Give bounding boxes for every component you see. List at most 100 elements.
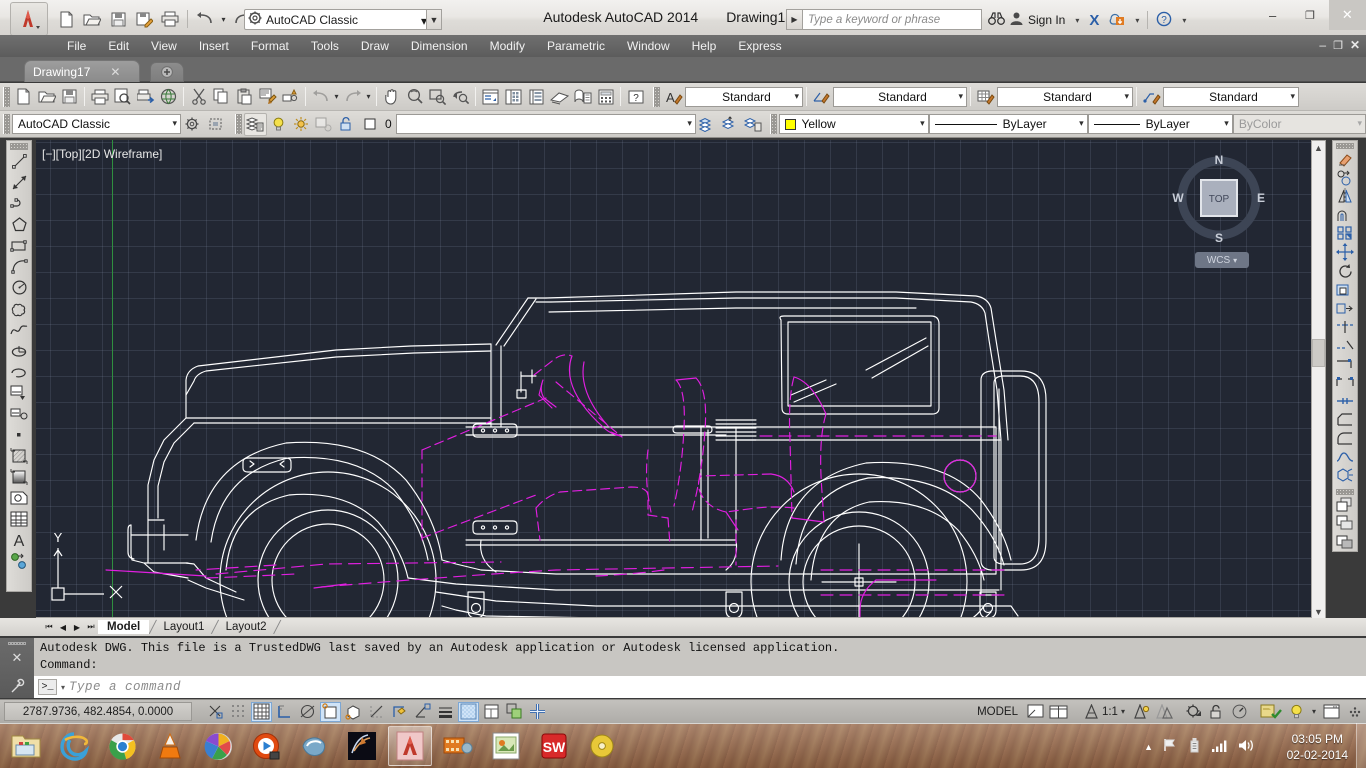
undo-dropdown-arrow[interactable]: ▾ <box>219 15 228 24</box>
vertical-scrollbar[interactable]: ▲ ▼ <box>1311 140 1326 620</box>
modify-join-button[interactable] <box>1334 392 1356 410</box>
command-close-button[interactable]: ✕ <box>12 650 23 666</box>
doc-minimize-button[interactable]: – <box>1319 38 1326 52</box>
taskbar-autocad-button[interactable] <box>388 726 432 766</box>
taskbar-picasa-button[interactable] <box>196 726 240 766</box>
toolbar-3dprint-button[interactable] <box>157 85 180 108</box>
command-input-placeholder[interactable]: Type a command <box>69 680 181 694</box>
quick-view-layouts-button[interactable] <box>1025 702 1046 722</box>
quick-properties-toggle[interactable] <box>481 702 502 722</box>
modify-trim-button[interactable] <box>1334 318 1356 336</box>
draw-table-button[interactable] <box>8 508 30 529</box>
draw-mtext-button[interactable]: A <box>8 529 30 550</box>
show-desktop-button[interactable] <box>1356 723 1366 768</box>
chevron-down-icon[interactable]: ▾ <box>958 91 963 102</box>
table-style-combo[interactable]: Standard ▾ <box>997 87 1133 107</box>
chevron-down-icon[interactable]: ▾ <box>172 118 177 129</box>
infer-constraints-toggle[interactable] <box>205 702 226 722</box>
chevron-down-icon[interactable]: ▾ <box>794 91 799 102</box>
text-style-combo[interactable]: Standard ▾ <box>685 87 803 107</box>
quick-view-drawings-button[interactable] <box>1048 702 1069 722</box>
table-style-button[interactable] <box>974 85 997 108</box>
text-style-button[interactable]: A <box>662 85 685 108</box>
toolbar-quickcalc-button[interactable] <box>594 85 617 108</box>
menu-item-view[interactable]: View <box>140 37 188 55</box>
layer-freeze-button[interactable] <box>289 113 312 136</box>
wcs-selector[interactable]: WCS ▾ <box>1195 252 1249 268</box>
annotation-scale-arrow[interactable]: ▾ <box>1121 707 1125 716</box>
grid-display-toggle[interactable] <box>251 702 272 722</box>
toolbar-undo-dropdown[interactable]: ▾ <box>332 92 341 101</box>
dim-style-combo[interactable]: Standard ▾ <box>833 87 967 107</box>
command-history[interactable]: Autodesk DWG. This file is a TrustedDWG … <box>34 640 1366 674</box>
modify-chamfer-button[interactable] <box>1334 411 1356 429</box>
isolate-objects-button[interactable] <box>1258 702 1284 722</box>
3d-object-snap-toggle[interactable] <box>343 702 364 722</box>
chevron-down-icon[interactable]: ▾ <box>1124 91 1129 102</box>
window-maximize-button[interactable]: ❐ <box>1291 0 1328 30</box>
plotstyle-combo[interactable]: ByColor ▾ <box>1233 114 1366 134</box>
modify-blend-button[interactable] <box>1334 448 1356 466</box>
status-bar-menu-button[interactable] <box>1344 702 1365 722</box>
taskbar-vlc-button[interactable] <box>148 726 192 766</box>
taskbar-powerpoint-button[interactable] <box>484 726 528 766</box>
toolbar-copy-button[interactable] <box>210 85 233 108</box>
taskbar-clock[interactable]: 03:05 PM 02-02-2014 <box>1287 731 1348 763</box>
toolbar-zoom-realtime-button[interactable] <box>403 85 426 108</box>
modify-fillet-button[interactable] <box>1334 429 1356 447</box>
modify-scale-button[interactable] <box>1334 281 1356 299</box>
modify-copy-button[interactable] <box>1334 169 1356 187</box>
workspace-switching-button[interactable] <box>1183 702 1204 722</box>
network-icon[interactable] <box>1211 738 1228 756</box>
action-center-icon[interactable] <box>1162 737 1178 756</box>
scroll-up-button[interactable]: ▲ <box>1312 141 1325 155</box>
menu-item-edit[interactable]: Edit <box>97 37 140 55</box>
workspace-selector[interactable]: AutoCAD Classic ▾ <box>244 9 432 30</box>
workspace-more-button[interactable]: ▼ <box>426 9 442 30</box>
menu-item-draw[interactable]: Draw <box>350 37 400 55</box>
doc-close-button[interactable]: ✕ <box>1350 38 1360 52</box>
draw-circle-button[interactable] <box>8 277 30 298</box>
toolbar-zoom-window-button[interactable] <box>426 85 449 108</box>
modify-array-button[interactable] <box>1334 224 1356 242</box>
draw-rectangle-button[interactable] <box>8 235 30 256</box>
dim-style-button[interactable] <box>810 85 833 108</box>
modify-break-at-point-button[interactable] <box>1334 355 1356 373</box>
draw-line-button[interactable] <box>8 151 30 172</box>
annotation-visibility-button[interactable] <box>1131 702 1152 722</box>
draw-toolbar-grip[interactable] <box>10 143 28 150</box>
draw-revcloud-button[interactable] <box>8 298 30 319</box>
toolbar-paste-button[interactable] <box>233 85 256 108</box>
chevron-down-icon[interactable]: ▾ <box>687 118 692 129</box>
layout-tab-layout2[interactable]: Layout2 <box>219 621 274 633</box>
menu-item-format[interactable]: Format <box>240 37 300 55</box>
model-space-label[interactable]: MODEL <box>971 706 1024 718</box>
layout-next-button[interactable]: ▶ <box>70 620 84 634</box>
workspace-settings-button[interactable] <box>181 113 204 136</box>
toolbar-matchprop-button[interactable] <box>256 85 279 108</box>
modify-break-button[interactable] <box>1334 374 1356 392</box>
command-input-row[interactable]: >_ ▾ Type a command <box>34 676 1366 698</box>
properties-toolbar-grip[interactable] <box>770 114 777 134</box>
menu-item-tools[interactable]: Tools <box>300 37 350 55</box>
layer-freeze-viewport-button[interactable] <box>312 113 335 136</box>
lock-ui-button[interactable] <box>204 113 227 136</box>
modify-explode-button[interactable] <box>1334 466 1356 484</box>
draw-spline-button[interactable] <box>8 319 30 340</box>
vertical-scroll-thumb[interactable] <box>1312 339 1325 367</box>
file-tab-drawing17[interactable]: Drawing17 ✕ <box>24 60 140 82</box>
binoculars-icon[interactable] <box>988 11 1005 29</box>
layer-properties-button[interactable] <box>244 113 267 136</box>
new-file-tab-button[interactable] <box>150 62 184 82</box>
toolbar-preview-button[interactable] <box>111 85 134 108</box>
viewcube[interactable]: TOP N S E W <box>1171 150 1267 246</box>
draw-ellipse-button[interactable] <box>8 340 30 361</box>
draw-construction-line-button[interactable] <box>8 172 30 193</box>
ortho-mode-toggle[interactable] <box>274 702 295 722</box>
infocenter-search[interactable]: ▶ Type a keyword or phrase <box>786 9 982 30</box>
qat-undo-button[interactable] <box>193 7 217 31</box>
draw-point-button[interactable] <box>8 424 30 445</box>
search-expand-arrow[interactable]: ▶ <box>786 9 802 30</box>
mleader-style-button[interactable] <box>1140 85 1163 108</box>
drawing-canvas[interactable]: [−][Top][2D Wireframe] <box>36 140 1311 620</box>
